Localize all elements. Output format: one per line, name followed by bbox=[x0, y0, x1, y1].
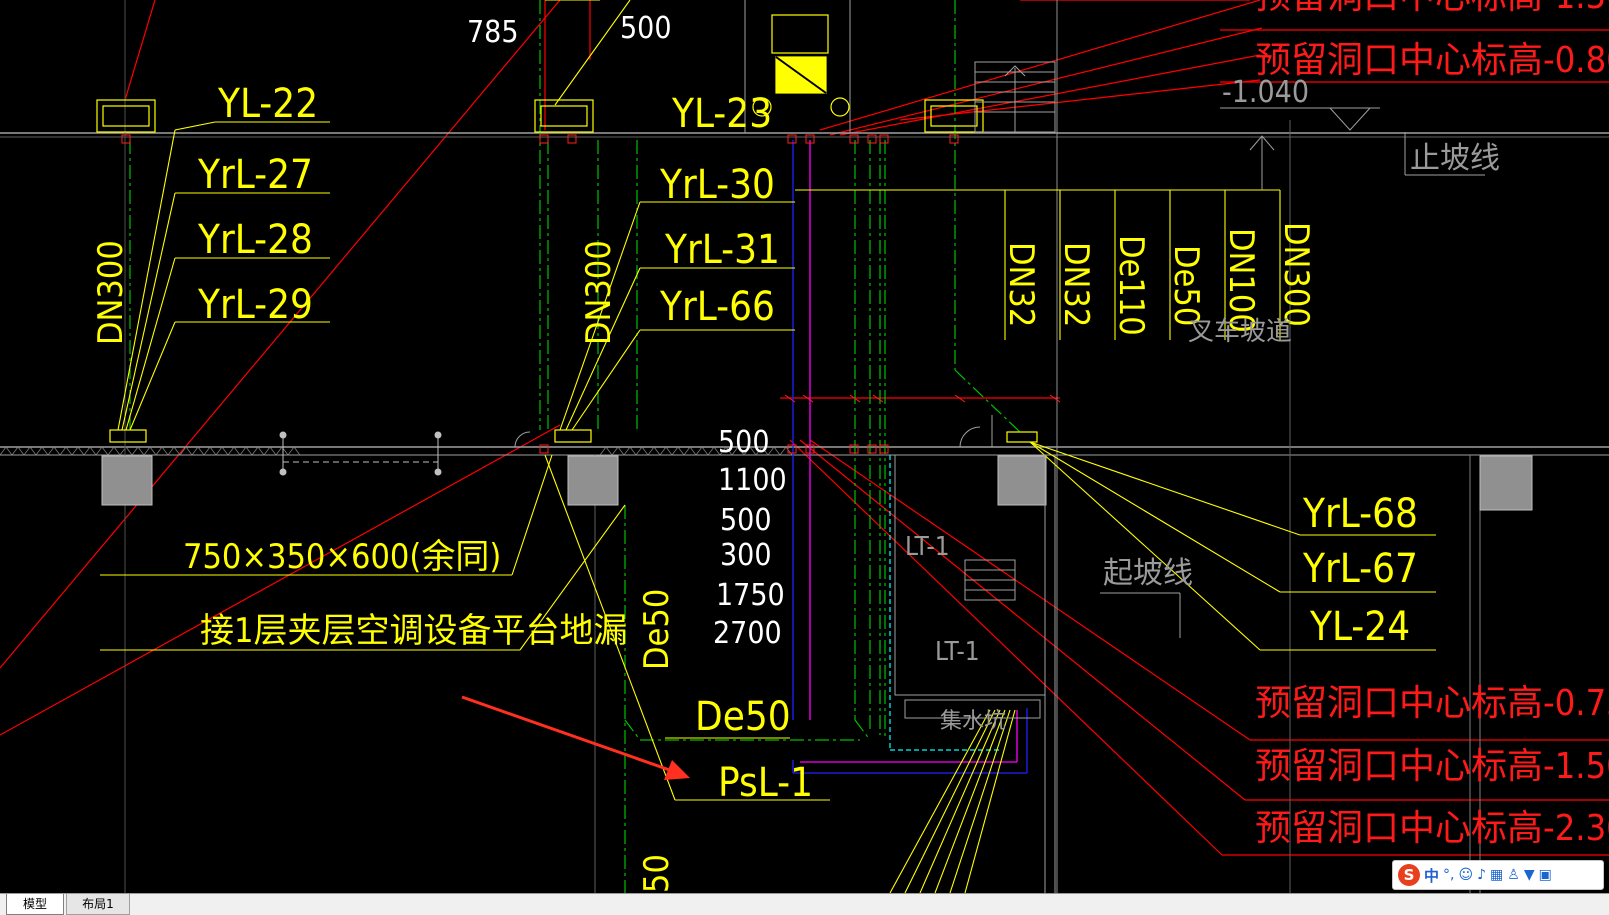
dim-785[interactable]: 785 bbox=[467, 15, 519, 50]
label-dn300-left[interactable]: DN300 bbox=[91, 240, 131, 345]
label-de50-bottom-partial[interactable]: 50 bbox=[637, 854, 677, 893]
note-drain[interactable]: 接1层夹层空调设备平台地漏 bbox=[200, 611, 627, 651]
label-yl-24[interactable]: YL-24 bbox=[1309, 604, 1410, 650]
label-yrl-31[interactable]: YrL-31 bbox=[664, 227, 780, 273]
label-pipe-size-1[interactable]: DN32 bbox=[1001, 242, 1041, 327]
dim-1750[interactable]: 1750 bbox=[716, 578, 785, 613]
label-yrl-28[interactable]: YrL-28 bbox=[197, 217, 313, 263]
hole-elevation-notes: 预留洞口中心标高-1.500 预留洞口中心标高-0.800 预留洞口中心标高-0… bbox=[1255, 0, 1609, 849]
label-pipe-size-4[interactable]: De50 bbox=[1166, 245, 1206, 326]
dim-500b[interactable]: 500 bbox=[720, 503, 772, 538]
note-forklift-ramp[interactable]: 叉车坡道 bbox=[1188, 317, 1292, 347]
label-de50-vertical[interactable]: De50 bbox=[637, 589, 677, 670]
dim-2700[interactable]: 2700 bbox=[713, 616, 782, 651]
wall-opening bbox=[279, 431, 442, 476]
tab-model[interactable]: 模型 bbox=[6, 894, 64, 915]
label-pipe-size-2[interactable]: DN32 bbox=[1056, 242, 1096, 327]
label-pipe-size-6[interactable]: DN300 bbox=[1276, 222, 1316, 327]
note-size[interactable]: 750×350×600(余同) bbox=[183, 537, 501, 577]
red-pointer-arrow bbox=[461, 695, 690, 780]
emoji-icon[interactable]: ☺ bbox=[1458, 867, 1473, 883]
dim-300[interactable]: 300 bbox=[720, 538, 772, 573]
dim-1100[interactable]: 1100 bbox=[718, 463, 787, 498]
label-lt-1-b[interactable]: LT-1 bbox=[935, 637, 980, 667]
label-yrl-67[interactable]: YrL-67 bbox=[1302, 546, 1418, 592]
label-psl-1[interactable]: PsL-1 bbox=[718, 760, 813, 806]
note-hole-1500[interactable]: 预留洞口中心标高-1.500 bbox=[1255, 746, 1609, 787]
label-yl-22[interactable]: YL-22 bbox=[217, 81, 318, 127]
user-icon[interactable]: ♙ bbox=[1507, 867, 1520, 883]
label-lt-1-a[interactable]: LT-1 bbox=[905, 532, 950, 562]
label-yrl-68[interactable]: YrL-68 bbox=[1302, 491, 1418, 537]
punctuation-icon[interactable]: °, bbox=[1443, 867, 1454, 883]
cad-drawing-viewport[interactable]: YL-22 YrL-27 YrL-28 YrL-29 YL-23 YrL-30 … bbox=[0, 0, 1609, 893]
layout-tab-bar: 模型 布局1 bbox=[0, 893, 1609, 915]
shirt-icon[interactable]: ▼ bbox=[1524, 867, 1535, 883]
grid-icon[interactable]: ▣ bbox=[1539, 867, 1552, 883]
label-de50[interactable]: De50 bbox=[695, 694, 791, 740]
ime-language-toggle[interactable]: 中 bbox=[1424, 865, 1439, 886]
label-yrl-30[interactable]: YrL-30 bbox=[659, 162, 775, 208]
ime-toolbar[interactable]: S 中 °, ☺ ♪ ▦ ♙ ▼ ▣ bbox=[1392, 860, 1604, 890]
note-start-slope[interactable]: 起坡线 bbox=[1103, 556, 1193, 591]
blue-pipes bbox=[792, 140, 1028, 774]
label-pipe-size-3[interactable]: De110 bbox=[1111, 235, 1151, 336]
dim-500[interactable]: 500 bbox=[718, 425, 770, 460]
label-dn300-mid[interactable]: DN300 bbox=[579, 240, 619, 345]
magenta-pipes bbox=[800, 140, 1018, 763]
label-sump-pit[interactable]: 集水坑 bbox=[940, 709, 1006, 734]
cad-drawing-canvas[interactable]: YL-22 YrL-27 YrL-28 YrL-29 YL-23 YrL-30 … bbox=[0, 0, 1609, 893]
red-reference-lines bbox=[0, 0, 1609, 856]
label-yrl-66[interactable]: YrL-66 bbox=[659, 284, 775, 330]
label-yrl-29[interactable]: YrL-29 bbox=[197, 282, 313, 328]
keyboard-icon[interactable]: ▦ bbox=[1490, 867, 1503, 883]
dim-500-top[interactable]: 500 bbox=[620, 11, 672, 46]
note-hole-750[interactable]: 预留洞口中心标高-0.750 bbox=[1255, 683, 1609, 724]
note-stop-slope[interactable]: 止坡线 bbox=[1410, 141, 1500, 176]
note-hole-top[interactable]: 预留洞口中心标高-1.500 bbox=[1255, 0, 1609, 17]
note-elevation[interactable]: -1.040 bbox=[1222, 75, 1309, 110]
note-hole-2300[interactable]: 预留洞口中心标高-2.300 bbox=[1255, 808, 1609, 849]
sogou-logo-icon[interactable]: S bbox=[1398, 864, 1420, 886]
gray-notes: -1.040 止坡线 起坡线 叉车坡道 LT-1 LT-1 集水坑 bbox=[905, 75, 1500, 734]
tab-layout1[interactable]: 布局1 bbox=[66, 894, 130, 915]
cyan-pipes bbox=[889, 455, 1000, 751]
microphone-icon[interactable]: ♪ bbox=[1477, 867, 1486, 883]
label-yl-23[interactable]: YL-23 bbox=[671, 91, 772, 137]
label-yrl-27[interactable]: YrL-27 bbox=[197, 152, 313, 198]
